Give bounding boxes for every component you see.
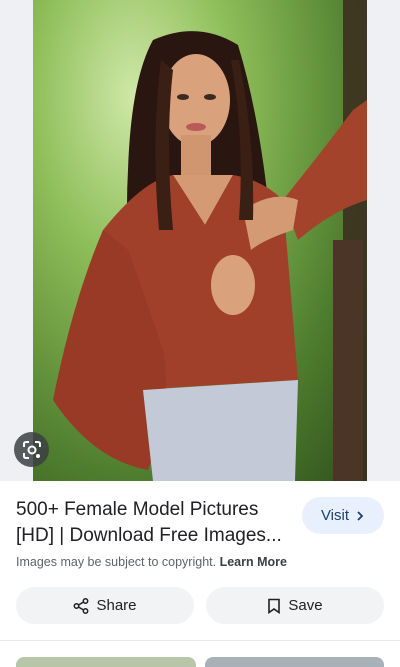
visit-button[interactable]: Visit	[302, 497, 384, 534]
image-preview-area	[0, 0, 400, 481]
visit-label: Visit	[320, 507, 350, 524]
save-button[interactable]: Save	[206, 587, 384, 624]
lens-search-icon	[22, 440, 41, 459]
image-viewer-screen: 500+ Female Model Pictures [HD] | Downlo…	[0, 0, 400, 667]
save-label: Save	[288, 597, 323, 614]
result-title[interactable]: 500+ Female Model Pictures [HD] | Downlo…	[16, 497, 291, 549]
related-image-thumbnail[interactable]	[16, 657, 196, 667]
share-button[interactable]: Share	[16, 587, 194, 624]
result-title-line2: [HD] | Download Free Images...	[16, 525, 282, 546]
main-image[interactable]	[33, 0, 367, 481]
chevron-right-icon	[357, 510, 364, 521]
copyright-text: Images may be subject to copyright.	[16, 555, 217, 569]
section-divider	[0, 640, 400, 641]
model-photo-illustration	[53, 0, 367, 481]
bookmark-icon	[268, 598, 281, 614]
copyright-notice: Images may be subject to copyright. Lear…	[16, 555, 287, 569]
learn-more-link[interactable]: Learn More	[220, 555, 287, 569]
related-image-thumbnail[interactable]	[205, 657, 384, 667]
share-icon	[74, 597, 89, 614]
result-title-line1: 500+ Female Model Pictures	[16, 499, 259, 520]
lens-search-button[interactable]	[14, 432, 49, 467]
share-label: Share	[96, 597, 137, 614]
